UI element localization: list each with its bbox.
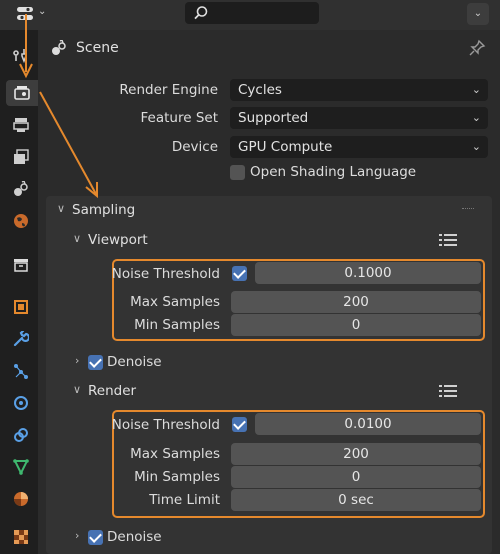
render-tab-icon [14,86,30,100]
render-denoise-label: Denoise [107,529,162,545]
world-tab-icon [14,214,28,228]
render-engine-dropdown[interactable]: Cycles ⌄ [230,79,488,101]
viewport-noise-threshold-checkbox[interactable] [232,266,247,281]
viewport-min-samples-label: Min Samples [134,317,220,333]
drag-handle-icon[interactable] [462,208,474,210]
device-dropdown[interactable]: GPU Compute ⌄ [230,136,488,158]
properties-tab-strip [0,30,38,554]
properties-main: Scene Render Engine Cycles ⌄ Feature Set… [38,30,500,554]
tab-tool[interactable] [8,42,34,68]
tab-physics[interactable] [8,390,34,416]
render-max-samples-label: Max Samples [130,446,220,462]
render-max-samples-field[interactable]: 200 [231,443,481,465]
tab-particles[interactable] [8,358,34,384]
physics-tab-icon [14,396,28,410]
sampling-panel: ∨ Sampling ∨ Viewport Noise Threshold 0.… [46,196,492,554]
render-min-samples-field[interactable]: 0 [231,466,481,488]
viewport-noise-threshold-label: Noise Threshold [111,266,220,282]
sampling-header[interactable]: Sampling [72,202,135,218]
chevron-down-icon: ⌄ [471,140,481,153]
tab-output[interactable] [8,112,34,138]
properties-editor-icon [16,5,34,23]
viewport-max-samples-field[interactable]: 200 [231,291,481,313]
viewport-denoise-label: Denoise [107,354,162,370]
modifier-tab-icon [13,331,29,347]
render-header[interactable]: Render [88,383,136,399]
tab-view-layer[interactable] [8,144,34,170]
osl-label: Open Shading Language [250,164,417,180]
options-dropdown-button[interactable]: ⌄ [467,3,489,25]
context-label: Scene [76,40,119,56]
chevron-down-icon[interactable]: ∨ [73,383,81,396]
render-time-limit-field[interactable]: 0 sec [231,489,481,511]
chevron-down-icon: ⌄ [471,111,481,124]
header-bar: ⌄ ⌄ [0,0,500,30]
scene-tab-icon [14,181,28,196]
search-icon [194,6,208,20]
search-input[interactable] [185,2,319,24]
render-engine-label: Render Engine [119,82,218,98]
presets-list-icon[interactable] [439,384,457,402]
chevron-down-icon: ⌄ [471,83,481,96]
collection-tab-icon [14,259,28,272]
tab-scene[interactable] [8,176,34,202]
device-label: Device [171,139,218,155]
viewport-min-samples-field[interactable]: 0 [231,314,481,336]
tab-material[interactable] [8,486,34,512]
chevron-down-icon[interactable]: ∨ [73,232,81,245]
tab-constraints[interactable] [8,422,34,448]
particles-tab-icon [14,364,28,379]
object-tab-icon [14,300,28,314]
chevron-right-icon[interactable]: › [75,354,79,367]
output-tab-icon [13,118,29,132]
osl-checkbox[interactable] [230,165,245,180]
render-time-limit-label: Time Limit [149,492,220,508]
feature-set-label: Feature Set [140,110,218,126]
tab-modifiers[interactable] [8,326,34,352]
texture-tab-icon [14,530,28,544]
render-engine-value: Cycles [238,82,282,98]
feature-set-dropdown[interactable]: Supported ⌄ [230,107,488,129]
render-denoise-checkbox[interactable] [88,530,103,545]
tab-texture[interactable] [8,524,34,550]
viewport-max-samples-label: Max Samples [130,294,220,310]
constraints-tab-icon [14,428,28,442]
presets-list-icon[interactable] [439,233,457,251]
render-noise-threshold-label: Noise Threshold [111,417,220,433]
tab-collection[interactable] [8,252,34,278]
chevron-down-icon: ⌄ [38,6,47,17]
viewport-denoise-checkbox[interactable] [88,355,103,370]
tab-world[interactable] [8,208,34,234]
tool-tab-icon [13,49,27,63]
render-noise-threshold-checkbox[interactable] [232,417,247,432]
viewport-noise-threshold-field[interactable]: 0.1000 [255,262,481,284]
data-tab-icon [13,459,29,475]
render-min-samples-label: Min Samples [134,469,220,485]
chevron-right-icon[interactable]: › [75,529,79,542]
viewport-header[interactable]: Viewport [88,232,148,248]
tab-render[interactable] [6,80,38,106]
feature-set-value: Supported [238,110,309,126]
device-value: GPU Compute [238,139,333,155]
view-layer-tab-icon [14,149,29,164]
render-noise-threshold-field[interactable]: 0.0100 [255,413,481,435]
tab-object[interactable] [8,294,34,320]
chevron-down-icon[interactable]: ∨ [57,202,65,215]
editor-type-button[interactable]: ⌄ [12,3,52,25]
context-breadcrumb: Scene [38,30,500,68]
scene-icon [51,39,67,60]
pin-icon[interactable] [468,39,486,61]
tab-data[interactable] [8,454,34,480]
material-tab-icon [14,492,28,506]
